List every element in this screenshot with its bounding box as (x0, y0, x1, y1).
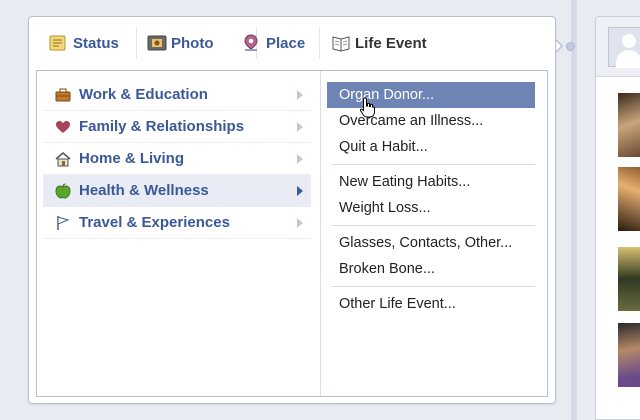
post-composer: Status Photo Place Life Event Work & Edu… (28, 16, 556, 404)
timeline-dot (566, 42, 575, 51)
category-label: Health & Wellness (79, 182, 209, 199)
place-icon (242, 34, 260, 52)
health-wellness-submenu: Organ Donor... Overcame an Illness... Qu… (321, 82, 541, 317)
tab-photo-label: Photo (171, 34, 214, 52)
category-family-relationships[interactable]: Family & Relationships (43, 111, 311, 143)
flag-icon (55, 215, 71, 231)
life-event-icon (331, 34, 350, 52)
tab-divider (136, 27, 137, 59)
category-home-living[interactable]: Home & Living (43, 143, 311, 175)
tab-divider (319, 27, 320, 59)
heart-icon (55, 119, 71, 135)
submenu-item-glasses-contacts[interactable]: Glasses, Contacts, Other... (327, 230, 535, 256)
chevron-right-icon (297, 186, 303, 196)
category-work-education[interactable]: Work & Education (43, 79, 311, 111)
submenu-item-other-life-event[interactable]: Other Life Event... (327, 291, 535, 317)
chevron-right-icon (297, 154, 303, 164)
category-health-wellness[interactable]: Health & Wellness (43, 175, 311, 207)
house-icon (55, 151, 71, 167)
photo-thumbnail[interactable] (618, 167, 640, 231)
tab-place[interactable]: Place (242, 27, 305, 59)
timeline-line (571, 0, 577, 420)
submenu-item-new-eating-habits[interactable]: New Eating Habits... (327, 169, 535, 195)
category-label: Travel & Experiences (79, 214, 230, 231)
tab-life-event[interactable]: Life Event (331, 27, 427, 59)
default-avatar-icon[interactable] (608, 27, 640, 68)
right-card-header (596, 17, 640, 77)
category-label: Work & Education (79, 86, 208, 103)
chevron-right-icon (297, 90, 303, 100)
category-label: Family & Relationships (79, 118, 245, 135)
tab-status[interactable]: Status (49, 27, 119, 59)
category-list: Work & Education Family & Relationships … (37, 79, 317, 239)
photo-icon (147, 34, 167, 52)
submenu-separator (331, 286, 535, 287)
tab-place-label: Place (266, 34, 306, 52)
tab-life-event-label: Life Event (355, 34, 427, 52)
briefcase-icon (55, 87, 71, 103)
right-side-card (595, 16, 640, 420)
chevron-right-icon (297, 218, 303, 228)
submenu-separator (331, 225, 535, 226)
composer-tabs: Status Photo Place Life Event (29, 17, 555, 69)
photo-thumbnail[interactable] (618, 323, 640, 387)
submenu-separator (331, 164, 535, 165)
tab-photo[interactable]: Photo (147, 27, 214, 59)
hand-pointer-cursor-icon (359, 97, 377, 119)
category-travel-experiences[interactable]: Travel & Experiences (43, 207, 311, 239)
submenu-item-broken-bone[interactable]: Broken Bone... (327, 256, 535, 282)
photo-thumbnail[interactable] (618, 247, 640, 311)
chevron-right-icon (297, 122, 303, 132)
status-icon (49, 34, 67, 52)
submenu-item-weight-loss[interactable]: Weight Loss... (327, 195, 535, 221)
photo-thumbnail[interactable] (618, 93, 640, 157)
submenu-item-quit-habit[interactable]: Quit a Habit... (327, 134, 535, 160)
tab-status-label: Status (73, 34, 119, 52)
life-event-menu-panel: Work & Education Family & Relationships … (36, 70, 548, 397)
apple-icon (55, 183, 71, 199)
category-label: Home & Living (79, 150, 185, 167)
